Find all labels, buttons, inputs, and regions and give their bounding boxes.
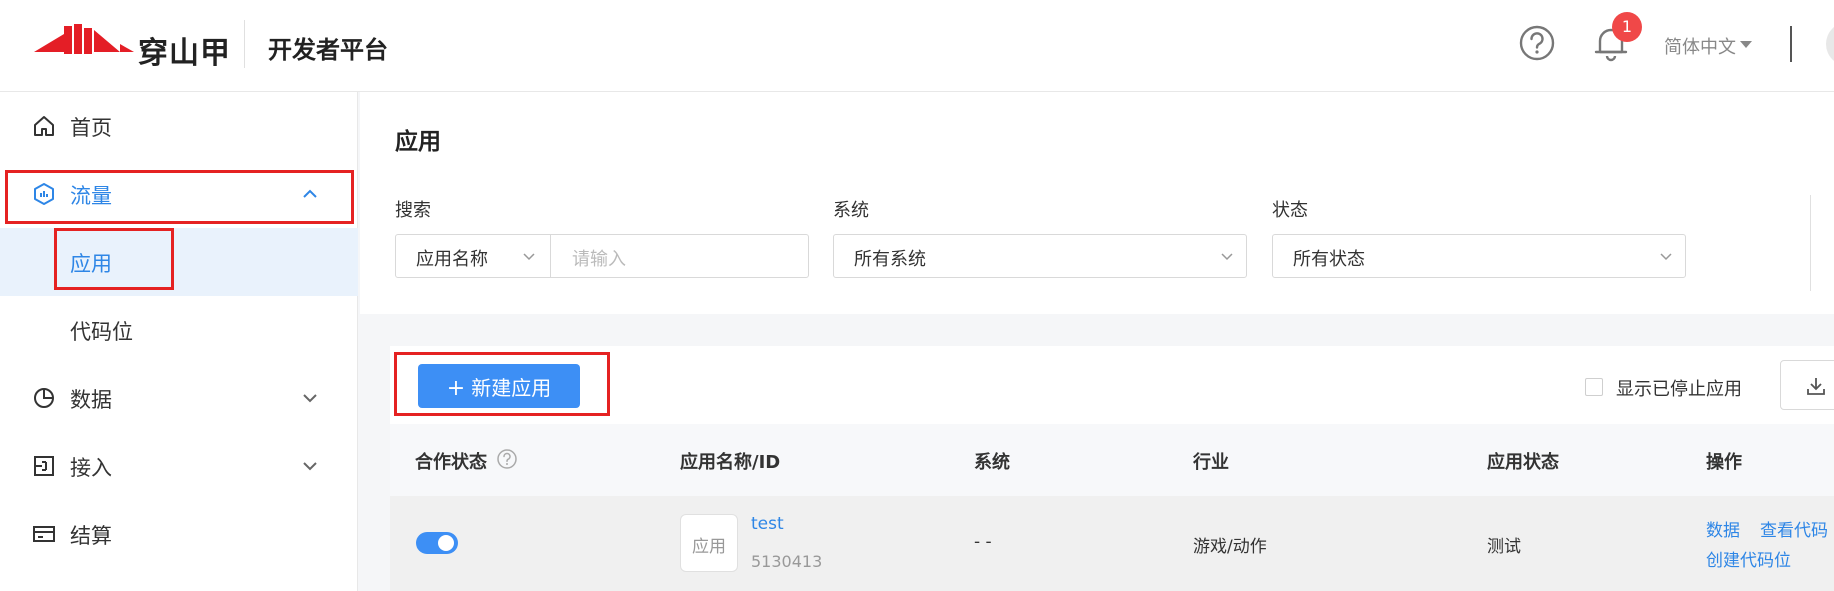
- sidebar-item-label: 结算: [70, 524, 112, 548]
- app-id: 5130413: [751, 552, 823, 571]
- app-thumbnail-text: 应用: [692, 537, 726, 557]
- home-icon: [34, 116, 54, 136]
- download-icon: [1807, 378, 1825, 395]
- highlight-box-traffic: [5, 170, 354, 224]
- create-slot-link[interactable]: 创建代码位: [1706, 546, 1791, 571]
- language-selector[interactable]: 简体中文: [1664, 33, 1736, 59]
- status-select-value: 所有状态: [1293, 249, 1365, 270]
- search-label: 搜索: [395, 200, 431, 221]
- column-header: 应用名称/ID: [680, 452, 781, 473]
- notification-badge: 1: [1612, 12, 1642, 42]
- column-header: 应用状态: [1487, 452, 1559, 473]
- table-header: 合作状态 应用名称/ID 系统 行业 应用状态 操作: [390, 424, 1834, 496]
- export-button[interactable]: [1780, 360, 1834, 410]
- view-code-link[interactable]: 查看代码: [1760, 516, 1828, 541]
- status-label: 状态: [1272, 200, 1308, 221]
- show-stopped-label[interactable]: 显示已停止应用: [1616, 375, 1742, 401]
- logo-text: 穿山甲: [138, 36, 231, 71]
- system-cell: - -: [974, 532, 992, 552]
- highlight-box-new-app: [394, 352, 610, 416]
- search-input[interactable]: 请输入: [572, 245, 626, 271]
- platform-title: 开发者平台: [268, 36, 388, 64]
- header-divider: [1790, 26, 1792, 62]
- chevron-down-icon[interactable]: [300, 456, 320, 476]
- sidebar-item-label: 数据: [70, 388, 112, 412]
- bill-icon: [33, 526, 55, 542]
- column-header: 合作状态: [415, 452, 487, 473]
- app-name-link[interactable]: test: [751, 514, 784, 534]
- sidebar-item-label: 接入: [70, 456, 112, 480]
- avatar[interactable]: [1826, 22, 1834, 66]
- sidebar-item-integration[interactable]: 接入: [0, 432, 358, 500]
- chevron-down-icon[interactable]: [1218, 247, 1236, 265]
- search-group: 应用名称 请输入: [395, 234, 809, 278]
- search-type-select[interactable]: 应用名称: [416, 245, 488, 271]
- column-header: 行业: [1193, 452, 1229, 473]
- app-status-cell: 测试: [1487, 537, 1521, 557]
- help-icon[interactable]: [1518, 24, 1556, 62]
- sidebar-item-ad-slots[interactable]: 代码位: [0, 296, 358, 364]
- pie-chart-icon: [34, 388, 54, 408]
- system-label: 系统: [833, 200, 869, 221]
- integration-icon: [34, 456, 54, 476]
- show-stopped-checkbox[interactable]: [1585, 378, 1603, 396]
- sidebar-item-data[interactable]: 数据: [0, 364, 358, 432]
- logo-divider: [244, 20, 245, 68]
- sidebar-item-home[interactable]: 首页: [0, 92, 358, 160]
- data-link[interactable]: 数据: [1706, 516, 1740, 541]
- column-header: 操作: [1706, 452, 1742, 473]
- industry-cell: 游戏/动作: [1193, 537, 1267, 557]
- column-header: 系统: [974, 452, 1010, 473]
- highlight-box-apps: [54, 228, 174, 290]
- sidebar: 首页 流量 应用 代码位 数据 接入 结算: [0, 92, 358, 591]
- sidebar-item-settlement[interactable]: 结算: [0, 500, 358, 568]
- page-title: 应用: [395, 129, 441, 155]
- system-select[interactable]: 所有系统: [833, 234, 1247, 278]
- toggle-knob: [438, 535, 454, 551]
- sidebar-item-label: 首页: [70, 116, 112, 140]
- filter-divider: [1810, 195, 1811, 291]
- sidebar-item-label: 代码位: [70, 320, 133, 344]
- cooperation-toggle[interactable]: [416, 532, 458, 554]
- chevron-down-icon[interactable]: [520, 247, 538, 265]
- caret-down-icon[interactable]: [1740, 41, 1752, 48]
- top-header: 穿山甲 开发者平台 1 简体中文: [0, 0, 1834, 92]
- app-thumbnail: 应用: [680, 514, 738, 572]
- system-select-value: 所有系统: [854, 249, 926, 270]
- status-select[interactable]: 所有状态: [1272, 234, 1686, 278]
- chevron-down-icon[interactable]: [300, 388, 320, 408]
- filter-panel: 应用 搜索 应用名称 请输入 系统 所有系统 状态 所有状态: [360, 92, 1834, 314]
- table-row: 应用 test 5130413 - - 游戏/动作 测试 数据 查看代码 创建代…: [390, 496, 1834, 591]
- question-icon[interactable]: [496, 448, 518, 470]
- chevron-down-icon[interactable]: [1657, 247, 1675, 265]
- search-divider: [550, 235, 551, 277]
